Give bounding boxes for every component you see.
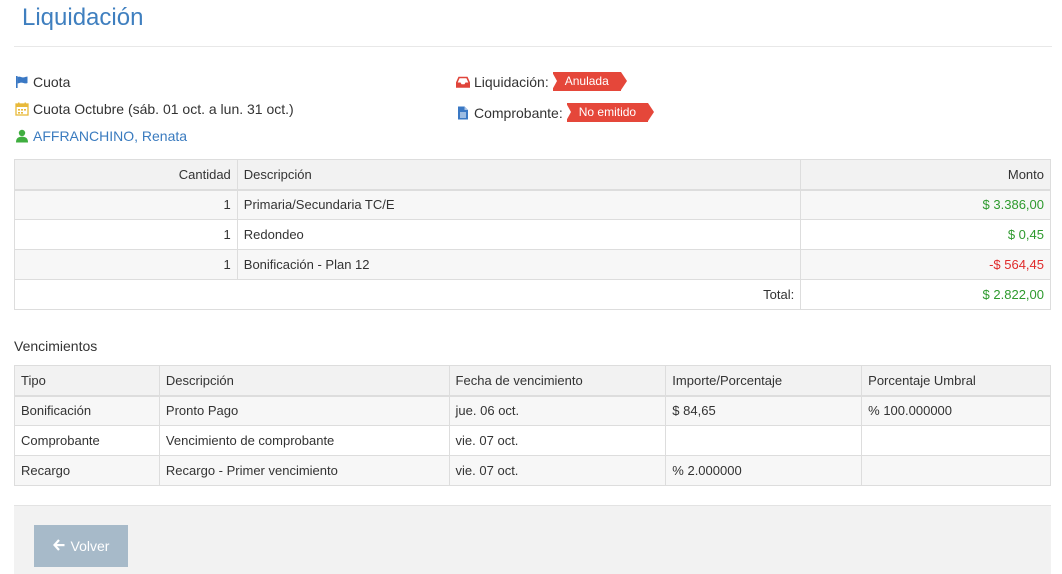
col-header-monto: Monto xyxy=(800,159,1051,191)
table-row: 1 Bonificación - Plan 12 -$ 564,45 xyxy=(14,249,1051,280)
total-value: $ 2.822,00 xyxy=(800,279,1051,310)
flag-icon xyxy=(14,74,30,90)
cell-descripcion: Recargo - Primer vencimiento xyxy=(158,455,450,486)
col-header-descripcion: Descripción xyxy=(236,159,802,191)
type-row: Cuota xyxy=(14,68,294,95)
cell-cantidad: 1 xyxy=(14,219,238,250)
comprobante-status-badge: No emitido xyxy=(565,103,655,122)
person-link[interactable]: AFFRANCHINO, Renata xyxy=(33,128,187,144)
cell-descripcion: Bonificación - Plan 12 xyxy=(236,249,802,280)
liquidacion-status-badge: Anulada xyxy=(551,72,627,91)
comprobante-status-row: Comprobante: No emitido xyxy=(455,97,655,128)
cell-monto: $ 3.386,00 xyxy=(800,189,1051,220)
col-header-fecha: Fecha de vencimiento xyxy=(448,365,667,397)
cell-importe: $ 84,65 xyxy=(665,395,863,426)
back-button-label: Volver xyxy=(70,538,110,554)
cell-monto: $ 0,45 xyxy=(800,219,1051,250)
cell-monto: -$ 564,45 xyxy=(800,249,1051,280)
items-table: Cantidad Descripción Monto 1 Primaria/Se… xyxy=(13,159,1051,310)
user-icon xyxy=(14,128,30,144)
cell-descripcion: Pronto Pago xyxy=(158,395,450,426)
page-title: Liquidación xyxy=(22,4,144,31)
table-row: 1 Primaria/Secundaria TC/E $ 3.386,00 xyxy=(14,189,1051,220)
cell-umbral: % 100.000000 xyxy=(861,395,1051,426)
info-right: Liquidación: Anulada Comprobante: No emi… xyxy=(455,66,655,128)
total-label: Total: xyxy=(13,279,802,310)
calendar-icon xyxy=(14,101,30,117)
table-row: Recargo Recargo - Primer vencimiento vie… xyxy=(14,455,1051,486)
cell-descripcion: Redondeo xyxy=(236,219,802,250)
liquidacion-status-row: Liquidación: Anulada xyxy=(455,66,648,97)
total-row: Total: $ 2.822,00 xyxy=(13,279,1051,310)
col-header-tipo: Tipo xyxy=(14,365,160,397)
vencimientos-header-row: Tipo Descripción Fecha de vencimiento Im… xyxy=(14,365,1051,397)
title-divider xyxy=(14,46,1052,47)
info-left: Cuota Cuota Octubre (sáb. 01 oct. a lun.… xyxy=(14,68,294,149)
items-header-row: Cantidad Descripción Monto xyxy=(14,159,1051,191)
cell-importe: % 2.000000 xyxy=(665,455,863,486)
form-actions-panel: Volver xyxy=(14,505,1051,574)
document-icon xyxy=(455,105,471,121)
period-label: Cuota Octubre (sáb. 01 oct. a lun. 31 oc… xyxy=(33,100,294,117)
arrow-left-icon xyxy=(52,538,65,554)
liquidacion-label: Liquidación: xyxy=(474,73,549,90)
cell-cantidad: 1 xyxy=(14,189,238,220)
cell-fecha: vie. 07 oct. xyxy=(448,455,667,486)
table-row: Comprobante Vencimiento de comprobante v… xyxy=(14,425,1051,456)
col-header-cantidad: Cantidad xyxy=(14,159,238,191)
table-row: 1 Redondeo $ 0,45 xyxy=(14,219,1051,250)
cell-fecha: vie. 07 oct. xyxy=(448,425,667,456)
cell-descripcion: Primaria/Secundaria TC/E xyxy=(236,189,802,220)
cell-importe xyxy=(665,425,863,456)
person-row: AFFRANCHINO, Renata xyxy=(14,122,294,149)
vencimientos-table: Tipo Descripción Fecha de vencimiento Im… xyxy=(14,365,1051,486)
col-header-descripcion: Descripción xyxy=(158,365,450,397)
back-button[interactable]: Volver xyxy=(34,525,128,567)
col-header-importe: Importe/Porcentaje xyxy=(665,365,863,397)
cell-tipo: Bonificación xyxy=(14,395,160,426)
cell-umbral xyxy=(861,425,1051,456)
type-label: Cuota xyxy=(33,73,71,90)
period-row: Cuota Octubre (sáb. 01 oct. a lun. 31 oc… xyxy=(14,95,294,122)
inbox-icon xyxy=(455,74,471,90)
cell-fecha: jue. 06 oct. xyxy=(448,395,667,426)
table-row: Bonificación Pronto Pago jue. 06 oct. $ … xyxy=(14,395,1051,426)
cell-tipo: Comprobante xyxy=(14,425,160,456)
comprobante-label: Comprobante: xyxy=(474,104,563,121)
cell-umbral xyxy=(861,455,1051,486)
cell-tipo: Recargo xyxy=(14,455,160,486)
col-header-umbral: Porcentaje Umbral xyxy=(861,365,1051,397)
vencimientos-title: Vencimientos xyxy=(14,338,98,354)
cell-descripcion: Vencimiento de comprobante xyxy=(158,425,450,456)
cell-cantidad: 1 xyxy=(14,249,238,280)
